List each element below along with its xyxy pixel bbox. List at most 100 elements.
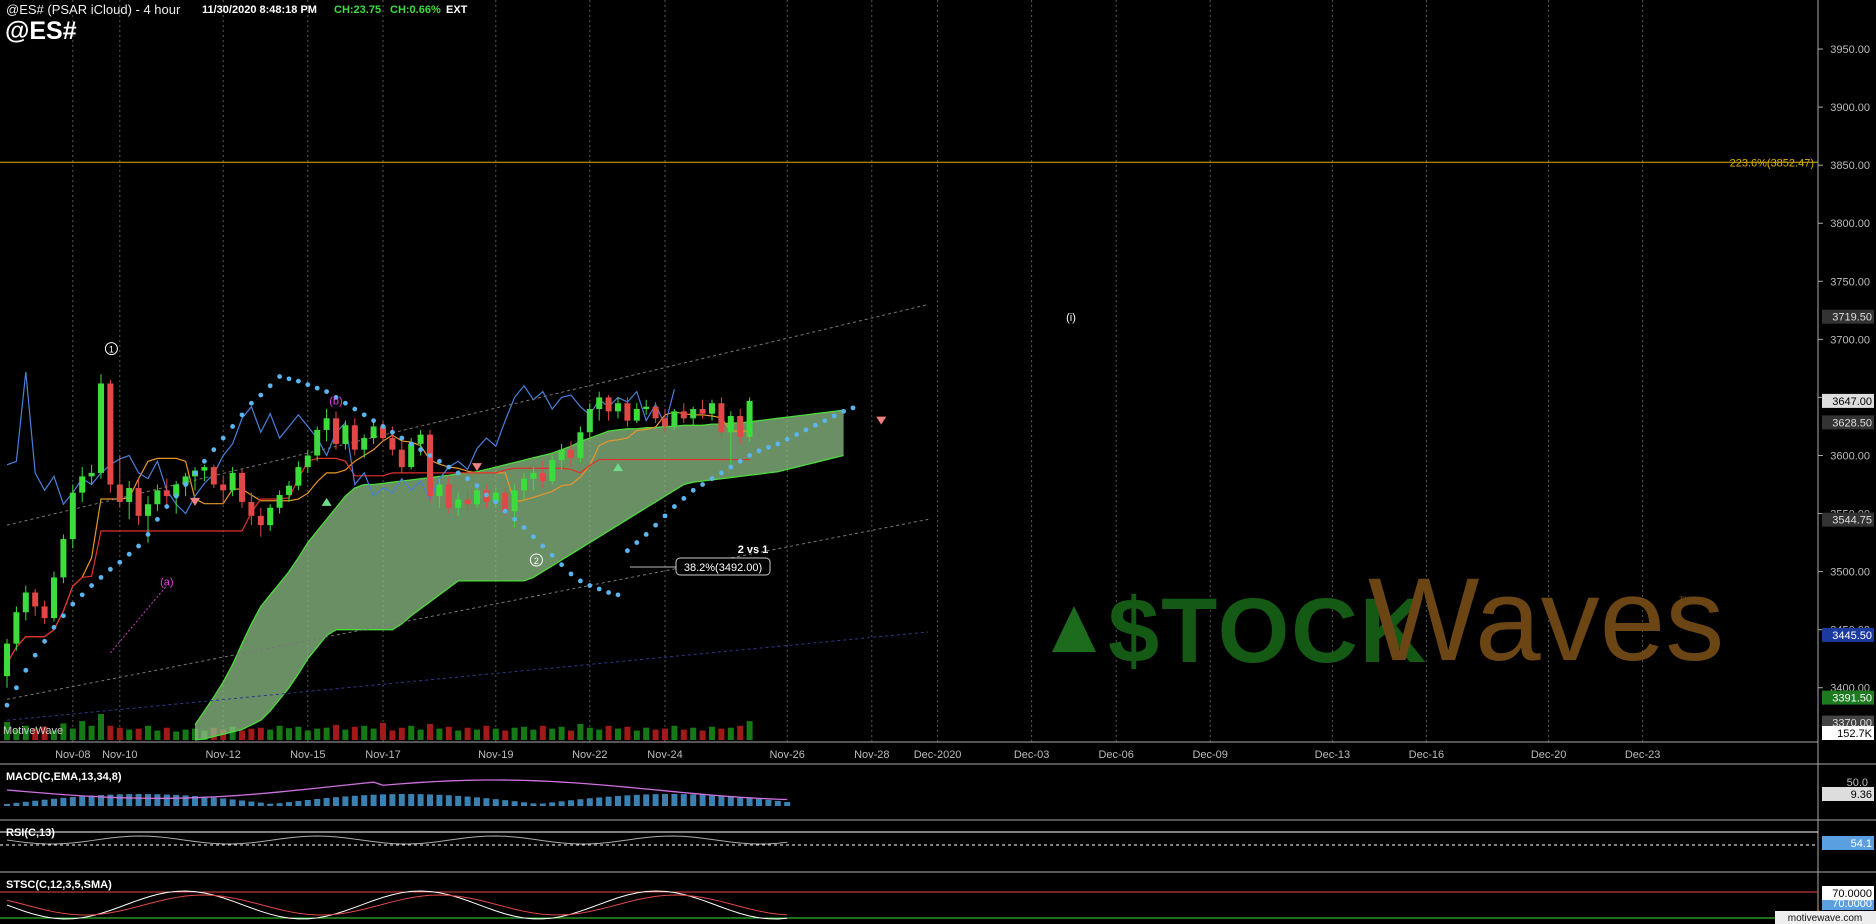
psar-dot (784, 436, 790, 442)
indicator-value: 9.36 (1851, 789, 1872, 801)
candle-body (568, 449, 574, 458)
macd-hist-bar (643, 794, 650, 806)
macd-hist-bar (323, 798, 330, 806)
volume-bar (98, 714, 104, 740)
macd-hist-bar (586, 798, 593, 806)
psar-dot (540, 543, 546, 549)
psar-dot (512, 516, 517, 522)
price-tag: 3391.50 (1832, 693, 1872, 705)
candle-body (323, 418, 330, 430)
macd-hist-bar (492, 799, 499, 806)
x-tick-label: Nov-26 (769, 749, 804, 761)
volume-bar (79, 721, 86, 740)
macd-hist-bar (483, 798, 490, 806)
volume-bar (709, 726, 715, 740)
volume-bar (455, 730, 462, 740)
candle-body (116, 484, 123, 502)
candle-body (210, 467, 217, 485)
psar-dot (681, 496, 687, 501)
macd-hist-bar (116, 794, 123, 806)
macd-hist-bar (756, 798, 762, 806)
candle-body (455, 499, 462, 508)
candle-body (304, 455, 311, 468)
volume-bar (605, 725, 612, 740)
volume-bar (286, 728, 292, 740)
candle-body (746, 400, 753, 437)
volume-tag: 152.7K (1837, 728, 1873, 740)
x-tick-label: Dec-23 (1625, 749, 1660, 761)
x-tick-label: Nov-10 (102, 749, 137, 761)
psar-dot (220, 435, 226, 441)
signal-triangle (876, 416, 887, 425)
annotation-2vs1: 2 vs 1 (738, 544, 769, 556)
y-tick-label: 3750.00 (1830, 276, 1870, 288)
volume-bar (690, 727, 697, 740)
y-tick-label: 3950.00 (1830, 44, 1870, 56)
candle-body (427, 434, 433, 497)
volume-bar (737, 725, 744, 740)
y-tick-label: 3700.00 (1830, 334, 1870, 346)
wave-label-b: (b) (329, 395, 342, 407)
psar-dot (756, 448, 762, 454)
psar-dot (305, 382, 311, 388)
fib-label: 223.6%(3852.47) (1730, 157, 1814, 169)
x-tick-label: Dec-16 (1409, 749, 1444, 761)
volume-bar (521, 726, 527, 740)
candle-body (586, 409, 593, 433)
candle-body (51, 577, 57, 619)
macd-hist-bar (380, 794, 386, 806)
psar-dot (70, 601, 76, 607)
candle-body (727, 416, 734, 433)
psar-dot (474, 483, 480, 489)
macd-hist-bar (257, 802, 264, 806)
psar-dot (249, 400, 254, 406)
macd-hist-bar (464, 796, 471, 806)
psar-dot (126, 551, 132, 557)
candle-body (13, 612, 20, 644)
volume-bar (427, 723, 433, 740)
macd-hist-bar (605, 796, 612, 806)
macd-hist-bar (361, 795, 368, 806)
psar-dot (79, 592, 85, 598)
volume-bar (615, 728, 621, 740)
psar-dot (371, 418, 376, 424)
macd-hist-bar (445, 795, 452, 806)
psar-dot (239, 412, 245, 418)
candle-body (577, 432, 584, 458)
candle-body (389, 438, 396, 450)
psar-dot (446, 464, 452, 470)
volume-bar (135, 728, 142, 740)
psar-dot (51, 624, 57, 630)
candle-body (521, 478, 527, 491)
rsi-line (6, 835, 788, 845)
grid-lines (72, 0, 1819, 924)
psar-dot (267, 383, 273, 389)
psar-dot (155, 516, 160, 522)
macd-hist-bar (389, 794, 396, 806)
candle-body (605, 397, 612, 412)
psar-dot (634, 540, 640, 545)
x-tick-label: Dec-09 (1192, 749, 1227, 761)
psar-dot (183, 482, 189, 487)
candle-body (276, 494, 283, 508)
macd-hist-bar (201, 796, 208, 806)
candle-body (4, 643, 10, 677)
psar-dot (568, 571, 574, 577)
price-chart[interactable]: $TOCK Waves ™ 1 2 (i) (a) (b) 223.6%(3852.47… (0, 0, 1876, 924)
candle-body (408, 443, 415, 468)
chart-session: EXT (446, 4, 468, 16)
x-tick-label: Dec-2020 (914, 749, 962, 761)
psar-dot (89, 583, 94, 588)
volume-bar (107, 725, 114, 740)
candle-body (502, 492, 509, 512)
volume-bar (239, 730, 245, 740)
indicator-name: RSI(C,13) (6, 827, 55, 839)
volume-bars (4, 714, 753, 740)
volume-bar (248, 728, 255, 740)
indicator-value: 54.1 (1851, 838, 1872, 850)
macd-hist-bar (709, 795, 715, 806)
volume-bar (558, 726, 565, 740)
volume-bar (483, 725, 490, 740)
psar-dot (98, 575, 104, 580)
motivewave-url: motivewave.com (1788, 913, 1862, 924)
